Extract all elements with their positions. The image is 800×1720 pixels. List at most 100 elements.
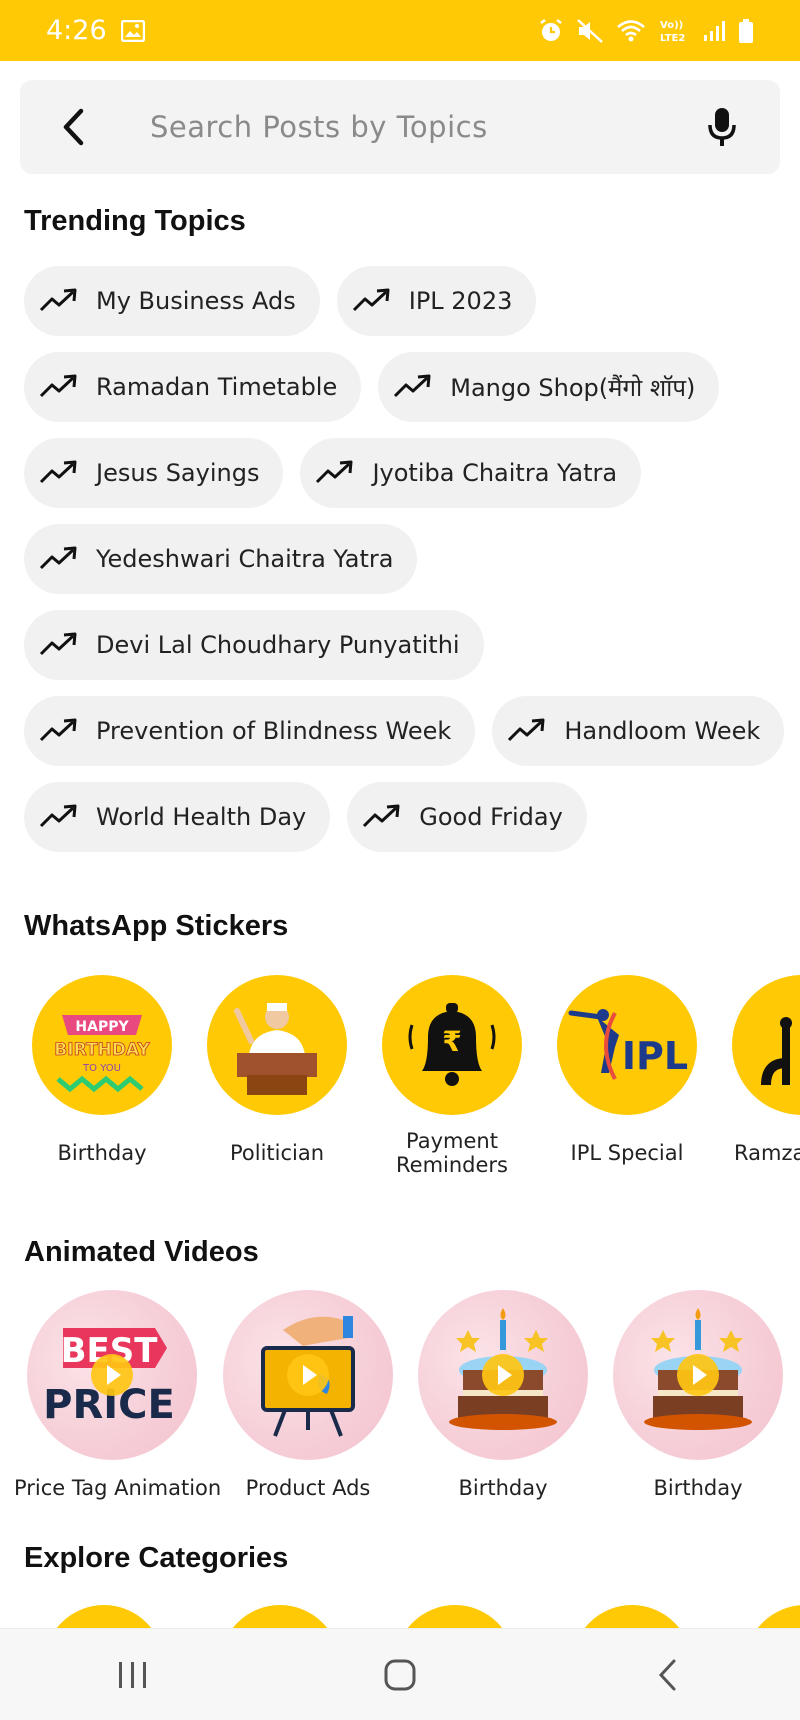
chip-label: Jyotiba Chaitra Yatra [372,459,618,487]
sticker-label: IPL Special [570,1141,684,1165]
back-arrow-icon [63,108,84,146]
birthday-cake-icon [418,1290,588,1460]
video-label: Birthday [653,1476,743,1500]
battery-icon [739,18,753,43]
navigation-bar [0,1628,800,1720]
play-icon [482,1354,524,1396]
birthday-banner-icon: HAPPY BIRTHDAY TO YOU [32,975,172,1115]
chip-label: Mango Shop(मैंगो शॉप) [450,373,696,402]
trending-chip[interactable]: Ramadan Timetable [24,352,362,422]
trending-chip[interactable]: Prevention of Blindness Week [24,696,476,766]
sticker-label: Birthday [57,1141,147,1165]
stickers-title: WhatsApp Stickers [24,910,289,942]
trending-chip[interactable]: Good Friday [347,782,587,852]
trending-arrow-icon [394,374,431,398]
play-icon [91,1354,133,1396]
recent-apps-button[interactable] [83,1635,183,1715]
nav-back-icon [658,1659,676,1690]
videos-title: Animated Videos [24,1236,259,1268]
trending-chip[interactable]: Jyotiba Chaitra Yatra [300,438,642,508]
category-item[interactable] [395,1605,515,1629]
sticker-art-text: IPL [622,1034,688,1078]
chip-label: Jesus Sayings [96,459,260,487]
trending-arrow-icon [352,288,390,312]
trending-title: Trending Topics [24,205,246,237]
chip-label: Devi Lal Choudhary Punyatithi [96,631,460,659]
product-presentation-icon [223,1290,393,1460]
mute-icon [577,18,603,43]
trending-chip[interactable]: World Health Day [24,782,331,852]
signal-icon [704,20,725,41]
trending-chip[interactable]: IPL 2023 [336,266,537,336]
birthday-cake-icon [613,1290,783,1460]
explore-category-row [0,1605,800,1629]
trending-arrow-icon [39,804,77,828]
sticker-item[interactable]: IPL IPL Special [547,975,707,1165]
play-icon [677,1354,719,1396]
sticker-label: Politician [229,1141,325,1165]
sticker-art-text: BIRTHDAY [54,1040,150,1060]
volte-icon: Vo)) LTE2 [660,20,685,44]
trending-arrow-icon [39,632,77,656]
chip-label: Yedeshwari Chaitra Yatra [96,545,394,573]
chip-label: Handloom Week [564,717,761,745]
mic-button[interactable] [692,97,752,157]
video-label: Product Ads [245,1476,371,1500]
trending-arrow-icon [39,374,77,398]
video-item[interactable]: BEST PRICE Price Tag Animation [14,1290,222,1500]
home-button[interactable] [350,1635,450,1715]
sticker-item[interactable]: HAPPY BIRTHDAY TO YOU Birthday [22,975,182,1165]
sticker-label: Ramza [734,1141,800,1165]
trending-arrow-icon [363,804,400,828]
explore-title: Explore Categories [24,1542,289,1574]
play-icon [287,1354,329,1396]
trending-arrow-icon [39,718,77,742]
trending-chip[interactable]: Yedeshwari Chaitra Yatra [24,524,418,594]
back-button[interactable] [20,80,110,174]
chip-label: IPL 2023 [408,287,513,315]
sticker-item[interactable]: ₹ Payment Reminders [372,975,532,1177]
category-item[interactable] [745,1605,800,1629]
trending-arrow-icon [508,718,545,742]
image-icon [120,19,145,42]
mosque-icon [732,975,800,1115]
trending-arrow-icon [316,460,353,484]
trending-chip[interactable]: Mango Shop(मैंगो शॉप) [378,352,720,422]
video-item[interactable]: Birthday [600,1290,796,1500]
best-price-icon: BEST PRICE [27,1290,197,1460]
trending-chip[interactable]: Devi Lal Choudhary Punyatithi [24,610,484,680]
sticker-art-text: HAPPY [75,1019,129,1035]
sticker-row: HAPPY BIRTHDAY TO YOU Birthday Politicia… [0,975,800,1195]
politician-icon [207,975,347,1115]
chip-label: Good Friday [419,803,563,831]
category-item[interactable] [220,1605,340,1629]
video-item[interactable]: Birthday [405,1290,601,1500]
trending-chip-list: My Business Ads IPL 2023 Ramadan Timetab… [24,266,794,852]
video-label: Birthday [458,1476,548,1500]
sticker-item[interactable]: Ramza [722,975,800,1165]
trending-arrow-icon [39,546,77,570]
sticker-item[interactable]: Politician [197,975,357,1165]
search-input[interactable] [150,110,690,144]
trending-chip[interactable]: Handloom Week [492,696,785,766]
video-row: BEST PRICE Price Tag Animation Product A… [0,1290,800,1510]
nav-back-button[interactable] [617,1635,717,1715]
category-item[interactable] [572,1605,692,1629]
trending-chip[interactable]: Jesus Sayings [24,438,284,508]
trending-arrow-icon [39,460,77,484]
sticker-art-text: ₹ [442,1025,461,1058]
video-label: Price Tag Animation [14,1476,222,1500]
wifi-icon [617,19,645,41]
trending-chip[interactable]: My Business Ads [24,266,320,336]
microphone-icon [708,108,736,146]
svg-text:LTE2: LTE2 [660,33,685,44]
chip-label: Prevention of Blindness Week [96,717,452,745]
sticker-art-text: TO YOU [82,1063,121,1074]
payment-bell-icon: ₹ [382,975,522,1115]
chip-label: Ramadan Timetable [96,373,338,401]
status-bar: 4:26 Vo)) LTE2 [0,0,800,61]
home-icon [384,1659,416,1690]
video-item[interactable]: Product Ads [210,1290,406,1500]
category-item[interactable] [44,1605,164,1629]
status-time: 4:26 [46,15,107,46]
